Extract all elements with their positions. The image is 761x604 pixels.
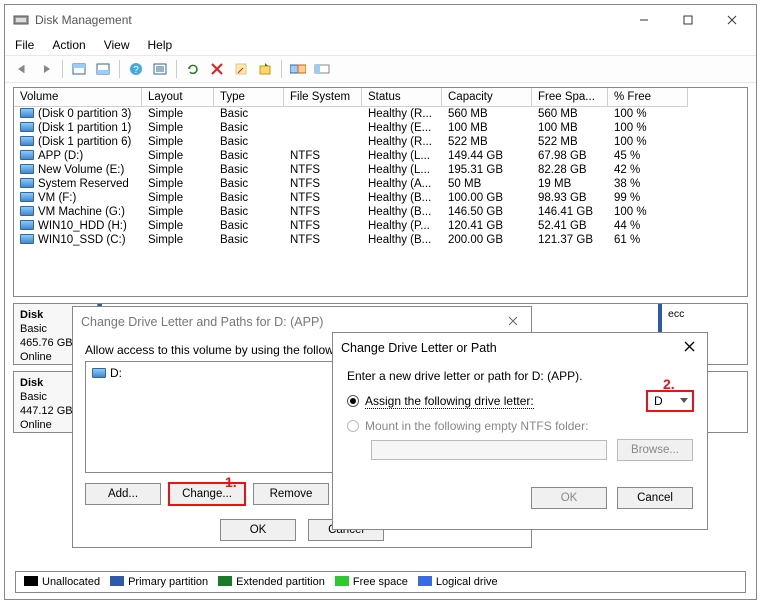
volume-row[interactable]: (Disk 1 partition 1)SimpleBasicHealthy (… <box>14 121 747 135</box>
col-volume[interactable]: Volume <box>14 88 142 107</box>
col-status[interactable]: Status <box>362 88 442 107</box>
menu-file[interactable]: File <box>15 38 34 52</box>
menu-help[interactable]: Help <box>148 38 173 52</box>
dialog2-ok-button[interactable]: OK <box>531 487 607 509</box>
disk-mgmt-icon <box>13 12 29 28</box>
back-icon[interactable] <box>11 58 33 80</box>
annotation-1: 1. <box>225 474 237 490</box>
menu-view[interactable]: View <box>104 38 130 52</box>
volume-row[interactable]: New Volume (E:)SimpleBasicNTFSHealthy (L… <box>14 163 747 177</box>
maximize-button[interactable] <box>666 6 710 34</box>
menubar: File Action View Help <box>5 35 756 55</box>
close-button[interactable] <box>710 6 754 34</box>
show-top-icon[interactable] <box>68 58 90 80</box>
delete-icon[interactable] <box>206 58 228 80</box>
help-icon[interactable]: ? <box>125 58 147 80</box>
dialog2-title: Change Drive Letter or Path <box>341 341 673 355</box>
volume-row[interactable]: (Disk 0 partition 3)SimpleBasicHealthy (… <box>14 107 747 121</box>
forward-icon[interactable] <box>35 58 57 80</box>
legend-primary: Primary partition <box>128 576 208 588</box>
col-freespace[interactable]: Free Spa... <box>532 88 608 107</box>
volume-list[interactable]: Volume Layout Type File System Status Ca… <box>13 87 748 297</box>
col-layout[interactable]: Layout <box>142 88 214 107</box>
titlebar: Disk Management <box>5 5 756 35</box>
volume-row[interactable]: VM Machine (G:)SimpleBasicNTFSHealthy (B… <box>14 205 747 219</box>
minimize-button[interactable] <box>622 6 666 34</box>
chevron-down-icon <box>680 398 688 404</box>
view-volume-icon[interactable] <box>311 58 333 80</box>
mount-folder-input <box>371 440 607 460</box>
col-type[interactable]: Type <box>214 88 284 107</box>
change-letter-dialog: Change Drive Letter or Path Enter a new … <box>332 332 708 530</box>
assign-letter-label: Assign the following drive letter: <box>365 394 534 409</box>
volume-row[interactable]: (Disk 1 partition 6)SimpleBasicHealthy (… <box>14 135 747 149</box>
settings-list-icon[interactable] <box>149 58 171 80</box>
dialog1-ok-button[interactable]: OK <box>220 519 296 541</box>
volume-row[interactable]: VM (F:)SimpleBasicNTFSHealthy (B...100.0… <box>14 191 747 205</box>
action-icon[interactable] <box>254 58 276 80</box>
volume-row[interactable]: APP (D:)SimpleBasicNTFSHealthy (L...149.… <box>14 149 747 163</box>
toolbar: ? <box>5 55 756 83</box>
remove-button[interactable]: Remove <box>253 483 329 505</box>
dialog2-close-button[interactable] <box>673 341 705 355</box>
col-filesystem[interactable]: File System <box>284 88 362 107</box>
volume-list-header: Volume Layout Type File System Status Ca… <box>14 88 747 107</box>
volume-row[interactable]: System ReservedSimpleBasicNTFSHealthy (A… <box>14 177 747 191</box>
browse-button: Browse... <box>617 439 693 461</box>
show-bottom-icon[interactable] <box>92 58 114 80</box>
dialog2-cancel-button[interactable]: Cancel <box>617 487 693 509</box>
dialog2-prompt: Enter a new drive letter or path for D: … <box>347 369 693 383</box>
properties-icon[interactable] <box>230 58 252 80</box>
mount-folder-label: Mount in the following empty NTFS folder… <box>365 419 588 433</box>
annotation-2: 2. <box>663 376 675 392</box>
drive-icon <box>92 368 106 378</box>
menu-action[interactable]: Action <box>52 38 85 52</box>
view-disk-icon[interactable] <box>287 58 309 80</box>
drive-path-entry[interactable]: D: <box>110 366 122 380</box>
refresh-icon[interactable] <box>182 58 204 80</box>
window-title: Disk Management <box>35 13 622 27</box>
legend-logical: Logical drive <box>436 576 498 588</box>
legend-free: Free space <box>353 576 408 588</box>
assign-letter-radio[interactable] <box>347 395 359 407</box>
dialog1-close-button[interactable] <box>497 315 529 329</box>
mount-folder-radio[interactable] <box>347 420 359 432</box>
legend: Unallocated Primary partition Extended p… <box>15 571 746 593</box>
col-capacity[interactable]: Capacity <box>442 88 532 107</box>
legend-extended: Extended partition <box>236 576 325 588</box>
drive-letter-combo[interactable]: D <box>647 391 693 411</box>
dialog1-title: Change Drive Letter and Paths for D: (AP… <box>81 315 497 329</box>
drive-letter-value: D <box>654 394 663 408</box>
legend-unallocated: Unallocated <box>42 576 100 588</box>
col-pctfree[interactable]: % Free <box>608 88 688 107</box>
volume-row[interactable]: WIN10_HDD (H:)SimpleBasicNTFSHealthy (P.… <box>14 219 747 233</box>
volume-row[interactable]: WIN10_SSD (C:)SimpleBasicNTFSHealthy (B.… <box>14 233 747 247</box>
svg-text:?: ? <box>133 65 139 76</box>
add-button[interactable]: Add... <box>85 483 161 505</box>
